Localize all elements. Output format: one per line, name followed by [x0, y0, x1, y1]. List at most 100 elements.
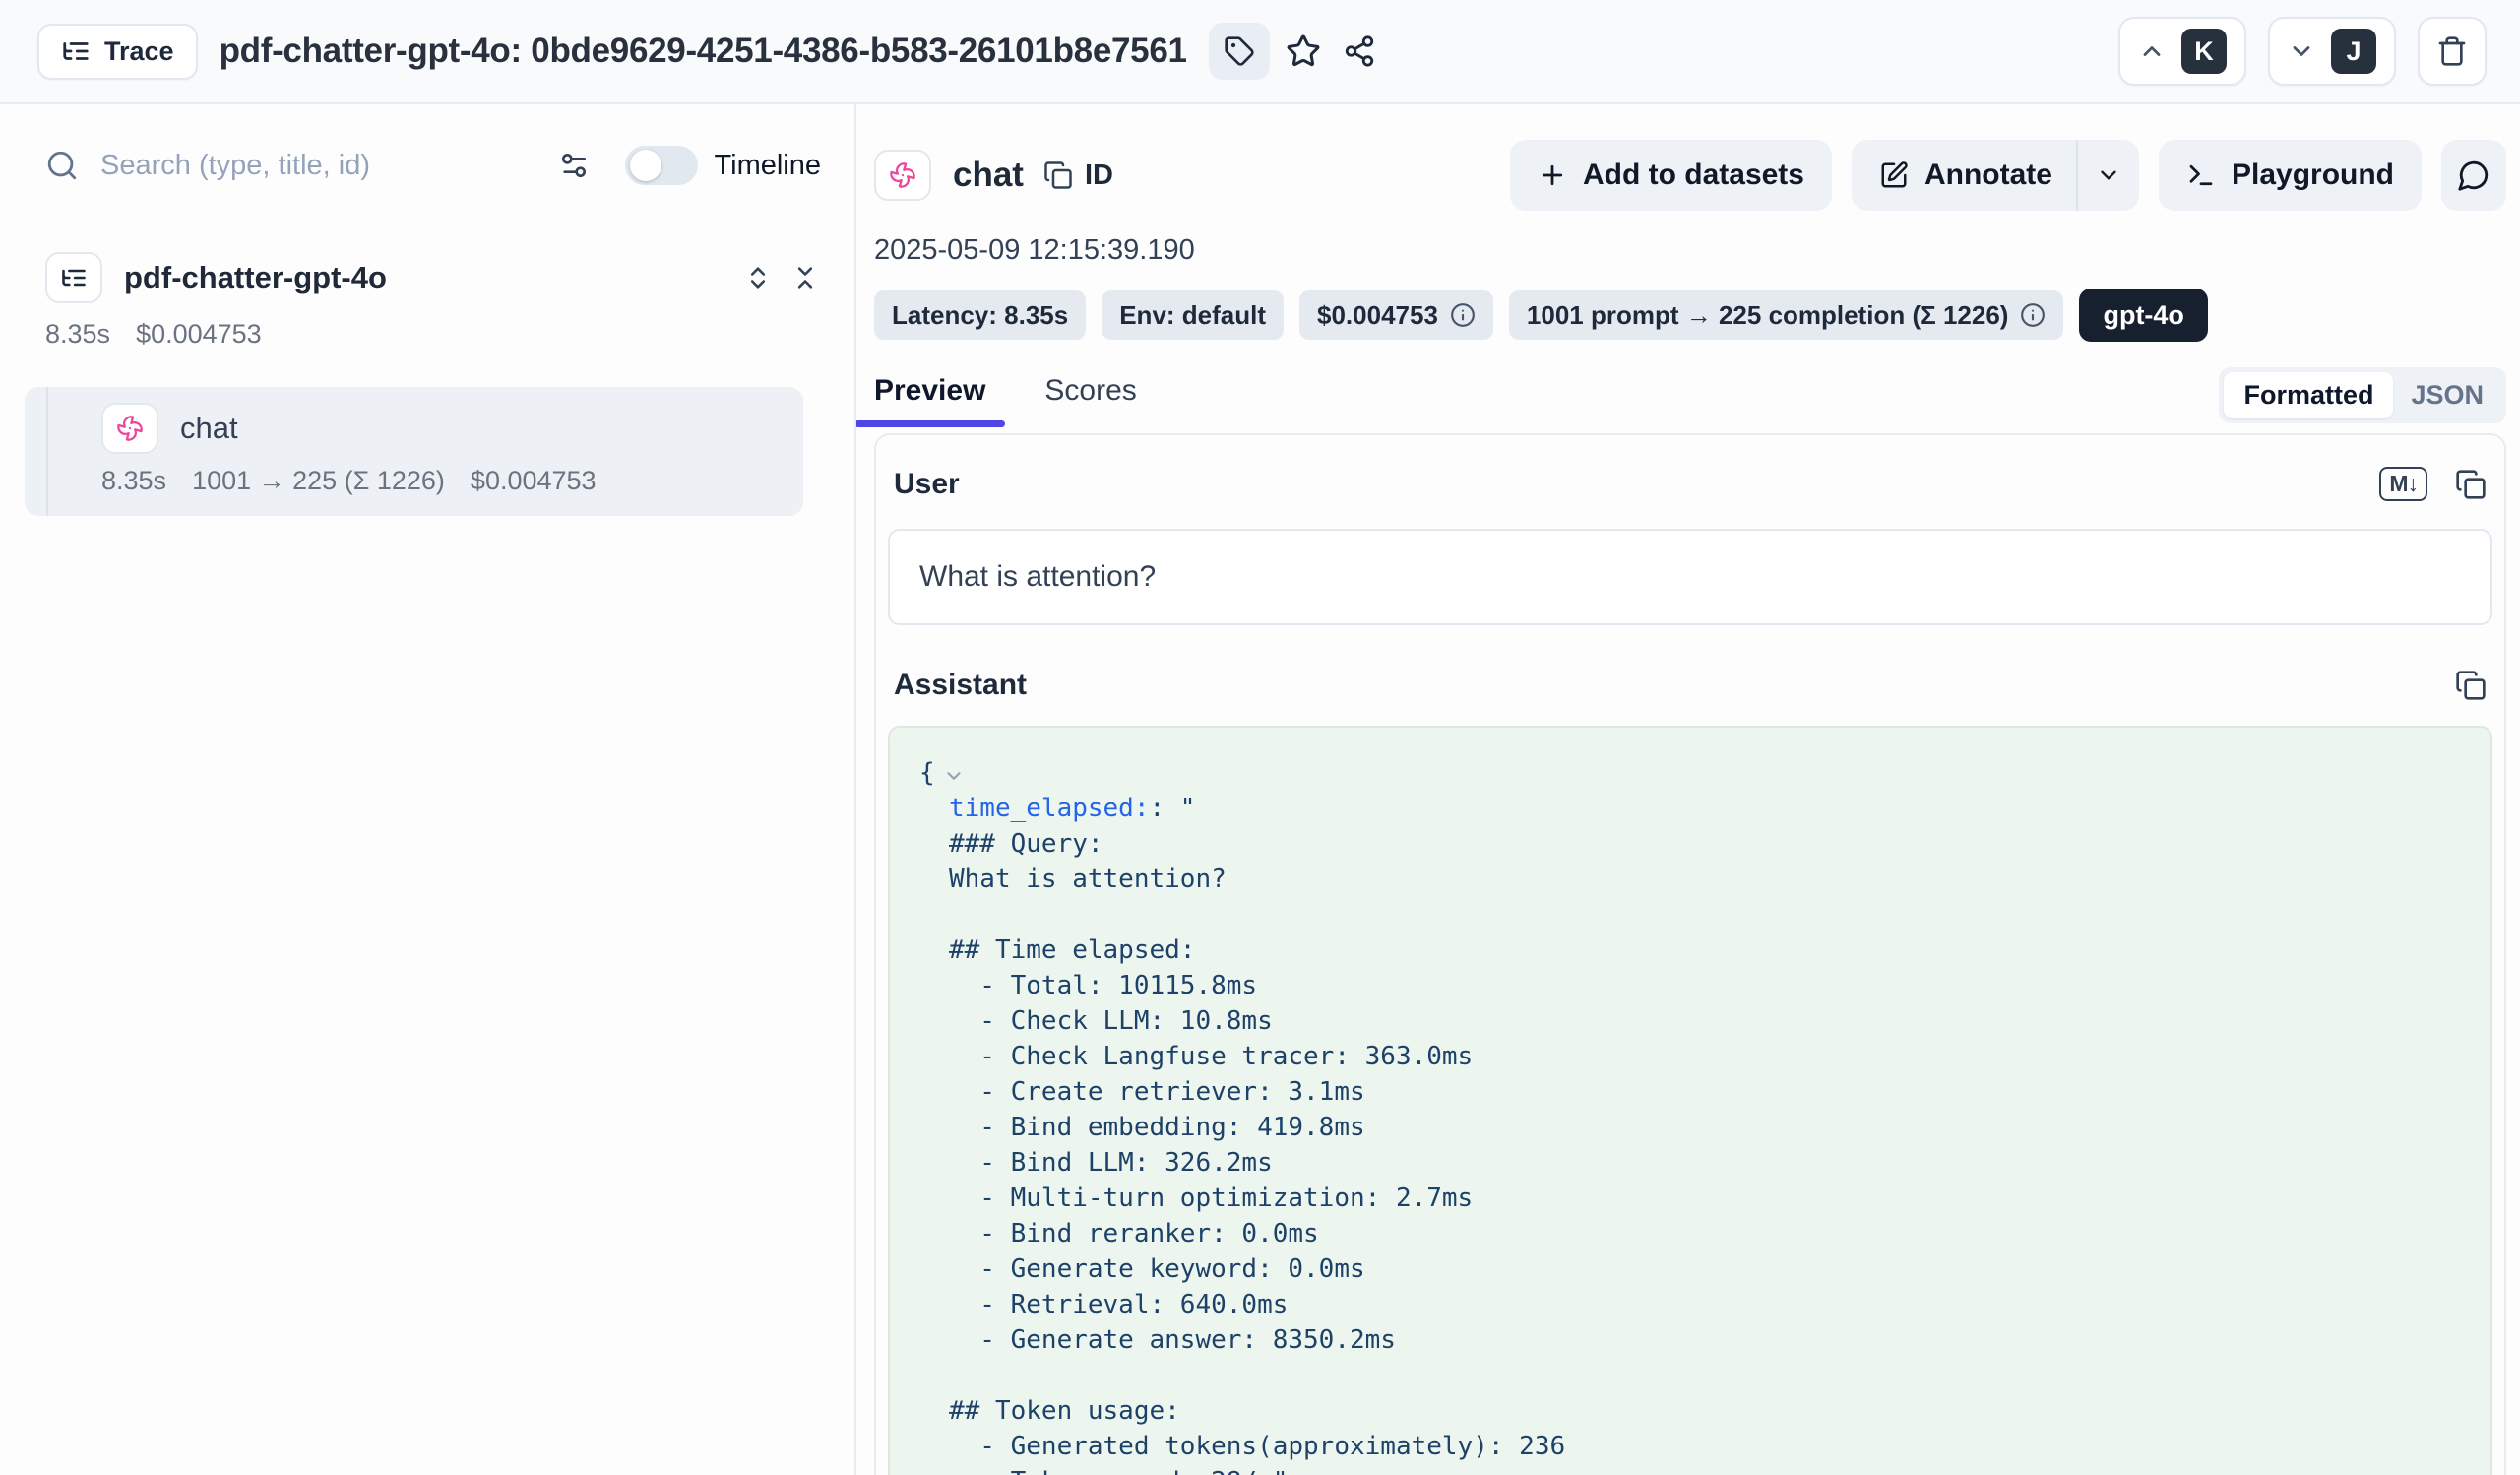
trace-title: pdf-chatter-gpt-4o: 0bde9629-4251-4386-b…	[220, 32, 1187, 71]
collapse-all-icon[interactable]	[791, 264, 819, 291]
tags-button[interactable]	[1209, 23, 1270, 80]
env-badge-label: Env: default	[1119, 300, 1266, 331]
tab-scores[interactable]: Scores	[1044, 374, 1136, 427]
delete-trace-button[interactable]	[2418, 17, 2487, 86]
chat-latency: 8.35s	[101, 466, 166, 496]
model-badge-label: gpt-4o	[2103, 300, 2183, 331]
tree-indent-guide	[46, 387, 48, 516]
code-line: - Token speed: 28/s"	[949, 1464, 2461, 1475]
expand-all-icon[interactable]	[744, 264, 772, 291]
trash-icon	[2436, 35, 2468, 67]
code-line: - Generate answer: 8350.2ms	[949, 1322, 2461, 1358]
code-line	[949, 1358, 2461, 1393]
filter-settings-icon[interactable]	[558, 150, 590, 181]
chevron-up-icon	[2138, 37, 2166, 65]
observation-panel: chat ID Add to datasets Ann	[856, 104, 2520, 1475]
tree-item-chat[interactable]: chat 8.35s 1001 → 225 (Σ 1226) $0.004753	[25, 387, 803, 516]
copy-icon	[2455, 670, 2487, 701]
preview-content-card: User M↓ What is attention? Assistant	[874, 433, 2506, 1475]
tabs-row: Preview Scores Formatted JSON	[874, 367, 2506, 433]
annotate-button[interactable]: Annotate	[1852, 140, 2076, 211]
search-icon	[45, 149, 79, 182]
json-key-suffix: : "	[1150, 794, 1196, 823]
copy-assistant-content-button[interactable]	[2455, 670, 2487, 701]
copy-icon	[1043, 160, 1073, 190]
copy-user-content-button[interactable]	[2455, 469, 2487, 500]
terminal-icon	[2186, 160, 2216, 190]
info-icon	[1450, 302, 1476, 328]
bookmark-star-button[interactable]	[1286, 33, 1321, 69]
shortcut-key-k: K	[2181, 29, 2227, 74]
token-usage-label: 1001 prompt → 225 completion (Σ 1226)	[1527, 300, 2009, 331]
cost-badge-label: $0.004753	[1317, 300, 1438, 331]
comments-button[interactable]	[2441, 140, 2506, 211]
code-line: - Bind reranker: 0.0ms	[949, 1216, 2461, 1251]
latency-badge: Latency: 8.35s	[874, 290, 1086, 340]
timeline-label: Timeline	[714, 150, 821, 182]
observation-timestamp: 2025-05-09 12:15:39.190	[874, 234, 2506, 267]
code-line: - Check LLM: 10.8ms	[949, 1003, 2461, 1039]
root-cost: $0.004753	[136, 319, 262, 350]
chat-cost: $0.004753	[471, 466, 597, 496]
previous-trace-button[interactable]: K	[2118, 17, 2246, 86]
share-button[interactable]	[1343, 34, 1376, 68]
tag-icon	[1224, 35, 1255, 67]
code-lines: ### Query:What is attention? ## Time ela…	[949, 826, 2461, 1475]
token-usage-badge[interactable]: 1001 prompt → 225 completion (Σ 1226)	[1509, 290, 2064, 340]
star-icon	[1286, 33, 1321, 69]
list-tree-icon	[61, 36, 91, 66]
assistant-output-box: { time_elapsed:: " ### Query:What is att…	[888, 726, 2492, 1475]
trace-chip-label: Trace	[104, 36, 174, 67]
fan-icon	[116, 415, 144, 442]
top-bar: Trace pdf-chatter-gpt-4o: 0bde9629-4251-…	[0, 0, 2520, 104]
code-line: ## Time elapsed:	[949, 932, 2461, 968]
shortcut-key-j: J	[2331, 29, 2376, 74]
code-line: - Bind embedding: 419.8ms	[949, 1110, 2461, 1145]
env-badge: Env: default	[1102, 290, 1284, 340]
search-input[interactable]	[100, 150, 540, 182]
model-badge[interactable]: gpt-4o	[2079, 289, 2207, 342]
latency-badge-label: Latency: 8.35s	[892, 300, 1068, 331]
copy-id-button[interactable]	[1043, 160, 1073, 190]
user-message-text: What is attention?	[919, 560, 1156, 594]
code-line: - Check Langfuse tracer: 363.0ms	[949, 1039, 2461, 1074]
tree-item-chat-metrics: 8.35s 1001 → 225 (Σ 1226) $0.004753	[25, 466, 803, 496]
tree-root-metrics: 8.35s $0.004753	[45, 319, 825, 350]
chevron-down-icon	[943, 765, 965, 787]
code-line: - Generated tokens(approximately): 236	[949, 1429, 2461, 1464]
code-line: - Multi-turn optimization: 2.7ms	[949, 1181, 2461, 1216]
json-root-toggle[interactable]: {	[919, 755, 2461, 791]
info-icon	[2020, 302, 2046, 328]
chevron-down-icon	[2096, 162, 2121, 188]
playground-button[interactable]: Playground	[2159, 140, 2422, 211]
cost-badge[interactable]: $0.004753	[1299, 290, 1493, 340]
annotate-label: Annotate	[1924, 159, 2052, 192]
share-icon	[1343, 34, 1376, 68]
annotate-dropdown-button[interactable]	[2078, 140, 2139, 211]
assistant-section-label: Assistant	[894, 669, 1027, 702]
format-toggle-formatted[interactable]: Formatted	[2224, 372, 2393, 418]
tree-root-row[interactable]: pdf-chatter-gpt-4o	[45, 252, 825, 303]
code-line: - Create retriever: 3.1ms	[949, 1074, 2461, 1110]
code-line: ### Query:	[949, 826, 2461, 862]
add-to-datasets-button[interactable]: Add to datasets	[1510, 140, 1832, 211]
copy-icon	[2455, 469, 2487, 500]
playground-label: Playground	[2232, 159, 2394, 192]
next-trace-button[interactable]: J	[2268, 17, 2396, 86]
open-brace: {	[919, 755, 935, 791]
timeline-toggle[interactable]	[625, 146, 698, 185]
square-pen-icon	[1879, 160, 1909, 190]
format-toggle-json[interactable]: JSON	[2393, 372, 2501, 418]
format-toggle: Formatted JSON	[2219, 367, 2506, 423]
annotate-split-button: Annotate	[1852, 140, 2139, 211]
tab-preview[interactable]: Preview	[874, 374, 985, 427]
id-label: ID	[1085, 160, 1113, 192]
trace-tree-sidebar: Timeline pdf-chatter-gpt-4o 8.35s	[0, 104, 856, 1475]
add-to-datasets-label: Add to datasets	[1583, 159, 1804, 192]
code-line: - Retrieval: 640.0ms	[949, 1287, 2461, 1322]
fan-icon	[889, 161, 916, 189]
chat-tokens: 1001 → 225 (Σ 1226)	[192, 466, 445, 496]
markdown-toggle-button[interactable]: M↓	[2379, 467, 2427, 501]
code-line-key: time_elapsed:: "	[949, 791, 2461, 826]
tree-item-chat-label: chat	[180, 411, 238, 446]
